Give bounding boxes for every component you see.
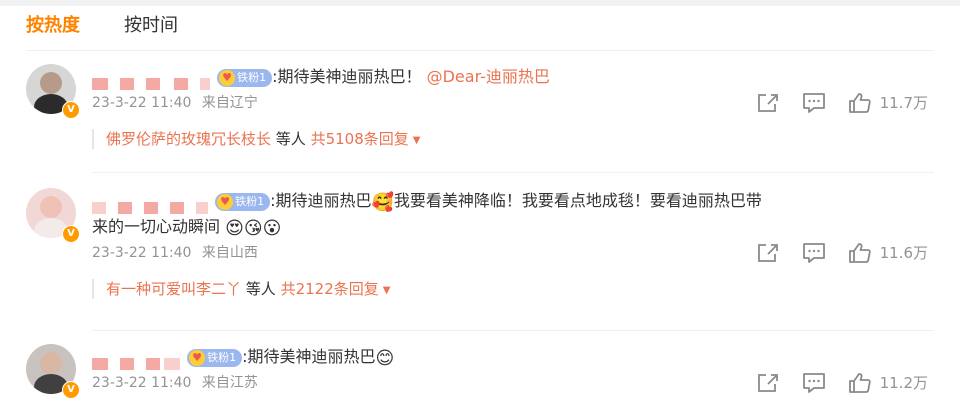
thumbs-up-icon xyxy=(848,93,871,113)
reply-summary-row: 有一种可爱叫李二丫 等人 共2122条回复 ▼ xyxy=(92,276,956,304)
fan-badge-icon: ♥ xyxy=(189,349,206,366)
tab-by-popularity[interactable]: 按热度 xyxy=(26,12,80,40)
reply-user-link[interactable]: 有一种可爱叫李二丫 xyxy=(106,280,241,298)
comment-text: ♥ 铁粉1:期待迪丽热巴🥰我要看美神降临！我要看点地成毯！要看迪丽热巴带 xyxy=(92,188,956,214)
comment-date: 23-3-22 11:40 xyxy=(92,245,192,261)
comment-text: ♥ 铁粉1:期待美神迪丽热巴！ @Dear-迪丽热巴 xyxy=(92,64,956,90)
reply-summary-row: 佛罗伦萨的玫瑰冗长枝长 等人 共5108条回复 ▼ xyxy=(92,126,956,154)
fan-badge[interactable]: ♥ 铁粉1 xyxy=(215,192,271,211)
smile-emoji: 😊 xyxy=(375,348,395,369)
username-redacted[interactable] xyxy=(92,351,180,370)
like-button[interactable]: 11.7万 xyxy=(848,90,928,116)
reply-others-text: 等人 xyxy=(245,280,276,298)
comment-location: 来自山西 xyxy=(201,245,258,261)
comment-meta: 23-3-22 11:40 来自辽宁 11.7万 xyxy=(92,90,956,116)
comment-location: 来自江苏 xyxy=(201,375,258,391)
username-redacted[interactable] xyxy=(92,71,210,90)
reply-others-text: 等人 xyxy=(275,130,306,148)
surprised-emoji: 😮 xyxy=(262,218,282,239)
verified-v-icon: V xyxy=(62,381,80,399)
like-count: 11.7万 xyxy=(879,94,928,112)
reply-user-link[interactable]: 佛罗伦萨的玫瑰冗长枝长 xyxy=(106,130,271,148)
fan-badge-icon: ♥ xyxy=(217,193,234,210)
thumbs-up-icon xyxy=(848,243,871,263)
comment-date: 23-3-22 11:40 xyxy=(92,375,192,391)
comment-text-line2: 来的一切心动瞬间 😍😘😮 xyxy=(92,217,282,239)
sort-tabs: 按热度 按时间 xyxy=(26,12,178,40)
comment-actions: 11.7万 xyxy=(734,90,928,116)
comment-location: 来自辽宁 xyxy=(201,95,258,111)
share-icon xyxy=(757,94,778,112)
comment-body: ♥ 铁粉1:期待美神迪丽热巴！ @Dear-迪丽热巴 23-3-22 11:40 … xyxy=(92,64,956,154)
like-button[interactable]: 11.2万 xyxy=(848,370,928,396)
reply-count-link[interactable]: 共5108条回复 xyxy=(311,130,409,148)
top-border xyxy=(0,0,960,6)
comment-body: ♥ 铁粉1:期待美神迪丽热巴😊 23-3-22 11:40 来自江苏 11.2万 xyxy=(92,344,956,396)
comment-actions: 11.6万 xyxy=(734,240,928,266)
username-redacted[interactable] xyxy=(92,195,208,214)
share-icon xyxy=(757,244,778,262)
share-button[interactable] xyxy=(756,92,780,114)
caret-down-icon[interactable]: ▼ xyxy=(413,135,421,146)
caret-down-icon[interactable]: ▼ xyxy=(383,285,391,296)
comment-text: ♥ 铁粉1:期待美神迪丽热巴😊 xyxy=(92,344,956,370)
like-button[interactable]: 11.6万 xyxy=(848,240,928,266)
thumbs-up-icon xyxy=(848,373,871,393)
reply-count-link[interactable]: 共2122条回复 xyxy=(281,280,379,298)
comment-divider xyxy=(92,330,934,331)
comment-button[interactable] xyxy=(802,242,826,264)
comment-button[interactable] xyxy=(802,92,826,114)
share-button[interactable] xyxy=(756,242,780,264)
flower-face-emoji: 🥰 xyxy=(371,192,394,213)
tabs-divider xyxy=(26,50,934,51)
verified-v-icon: V xyxy=(62,225,80,243)
comment-meta: 23-3-22 11:40 来自山西 11.6万 xyxy=(92,240,956,266)
tab-by-time[interactable]: 按时间 xyxy=(124,12,178,40)
kiss-emoji: 😘 xyxy=(243,218,263,239)
comment-button[interactable] xyxy=(802,372,826,394)
comment-icon xyxy=(802,373,825,393)
comment-date: 23-3-22 11:40 xyxy=(92,95,192,111)
mention-link[interactable]: @Dear-迪丽热巴 xyxy=(427,67,550,86)
comment-icon xyxy=(802,243,825,263)
fan-badge[interactable]: ♥ 铁粉1 xyxy=(187,348,243,367)
comment-icon xyxy=(802,93,825,113)
like-count: 11.6万 xyxy=(879,244,928,262)
like-count: 11.2万 xyxy=(879,374,928,392)
fan-badge-icon: ♥ xyxy=(219,69,236,86)
fan-badge[interactable]: ♥ 铁粉1 xyxy=(217,68,273,87)
verified-v-icon: V xyxy=(62,101,80,119)
comment-divider xyxy=(92,172,934,173)
comment-actions: 11.2万 xyxy=(734,370,928,396)
comment-meta: 23-3-22 11:40 来自江苏 11.2万 xyxy=(92,370,956,396)
share-icon xyxy=(757,374,778,392)
heart-eyes-emoji: 😍 xyxy=(225,218,244,239)
share-button[interactable] xyxy=(756,372,780,394)
comment-body: ♥ 铁粉1:期待迪丽热巴🥰我要看美神降临！我要看点地成毯！要看迪丽热巴带 来的一切… xyxy=(92,188,956,304)
